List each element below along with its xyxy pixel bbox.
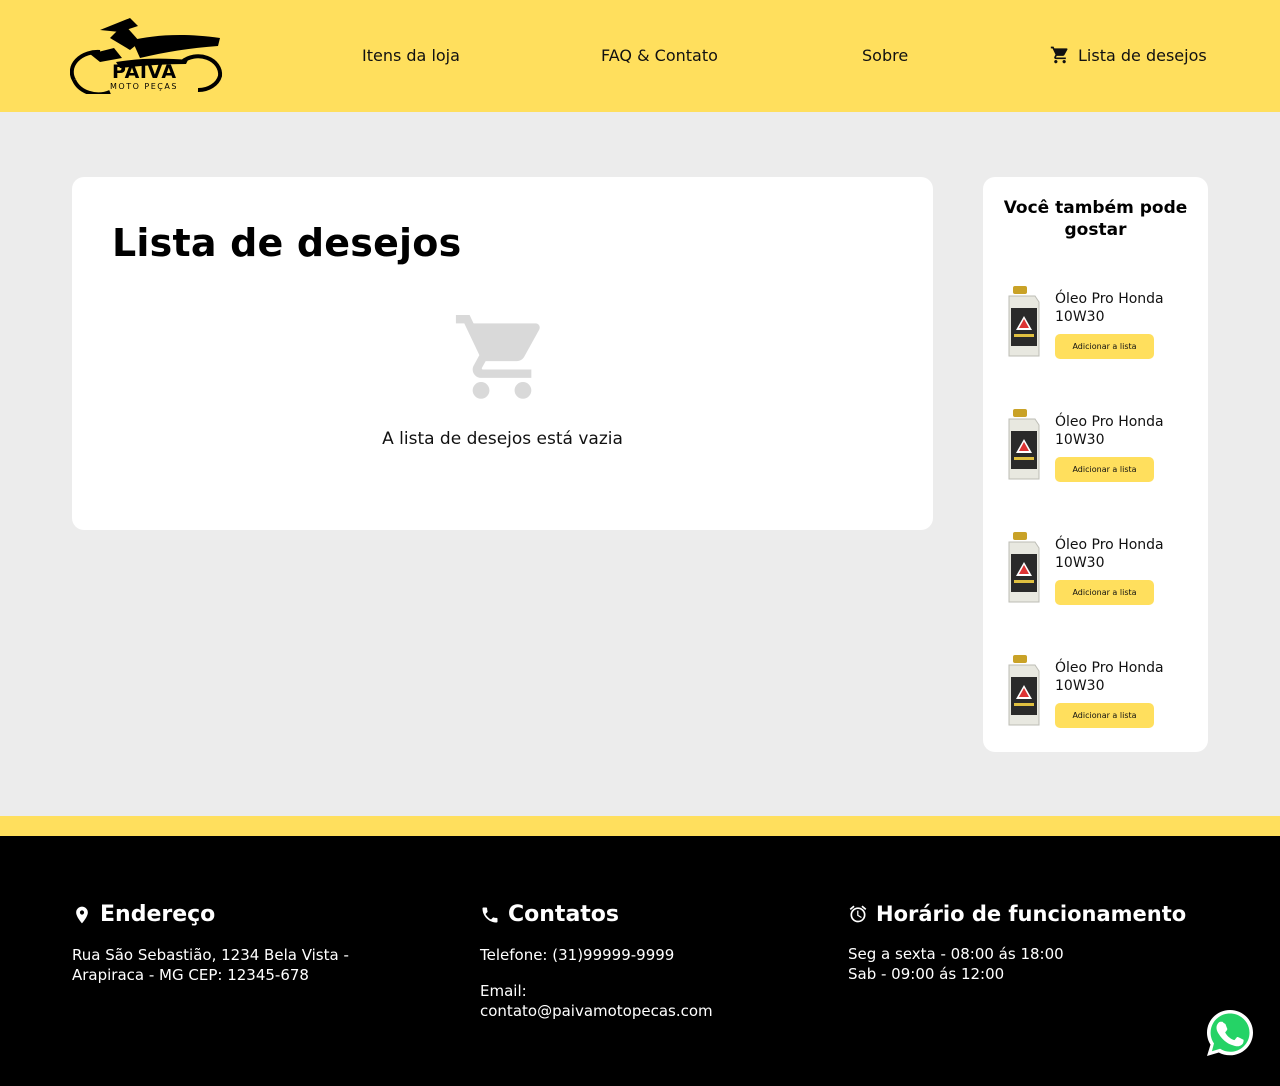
footer-email-label: Email: bbox=[480, 982, 527, 1000]
nav-lista-de-desejos-label: Lista de desejos bbox=[1078, 45, 1207, 65]
empty-cart-icon bbox=[454, 315, 550, 407]
footer-phone: Telefone: (31)99999-9999 bbox=[480, 946, 675, 964]
oil-bottle-image bbox=[1008, 286, 1040, 357]
add-to-list-button[interactable]: Adicionar a lista bbox=[1055, 580, 1154, 605]
wishlist-card: Lista de desejos A lista de desejos está… bbox=[72, 177, 933, 530]
phone-icon bbox=[482, 907, 498, 922]
footer-address: Endereço Rua São Sebastião, 1234 Bela Vi… bbox=[72, 902, 372, 985]
product-card: Óleo Pro Honda 10W30 Adicionar a lista bbox=[983, 526, 1208, 606]
product-name: Óleo Pro Honda 10W30 bbox=[1055, 660, 1164, 694]
footer-hours: Horário de funcionamento Seg a sexta - 0… bbox=[848, 902, 1228, 984]
footer-contacts: Contatos Telefone: (31)99999-9999 Email:… bbox=[480, 902, 760, 1021]
oil-bottle-image bbox=[1008, 532, 1040, 603]
logo-subtext: MOTO PEÇAS bbox=[110, 82, 178, 91]
footer-contacts-title: Contatos bbox=[508, 902, 620, 927]
logo[interactable]: PAIVA MOTO PEÇAS bbox=[70, 18, 224, 94]
product-name: Óleo Pro Honda 10W30 bbox=[1055, 414, 1164, 448]
empty-message: A lista de desejos está vazia bbox=[382, 429, 623, 449]
whatsapp-icon bbox=[1207, 1010, 1253, 1056]
footer-hours-weekdays: Seg a sexta - 08:00 ás 18:00 bbox=[848, 945, 1064, 963]
footer-stripe bbox=[0, 816, 1280, 836]
product-card: Óleo Pro Honda 10W30 Adicionar a lista bbox=[983, 280, 1208, 360]
add-to-list-button[interactable]: Adicionar a lista bbox=[1055, 703, 1154, 728]
add-to-list-button[interactable]: Adicionar a lista bbox=[1055, 457, 1154, 482]
nav-lista-de-desejos[interactable]: Lista de desejos bbox=[1050, 45, 1207, 65]
nav-itens-da-loja[interactable]: Itens da loja bbox=[362, 46, 460, 65]
footer-email[interactable]: contato@paivamotopecas.com bbox=[480, 1001, 760, 1021]
recommendations-title: Você também pode gostar bbox=[1003, 198, 1188, 240]
nav-faq-contato[interactable]: FAQ & Contato bbox=[601, 46, 718, 65]
oil-bottle-image bbox=[1008, 655, 1040, 726]
recommendations-card: Você também pode gostar Óleo Pro Honda 1… bbox=[983, 177, 1208, 752]
cart-icon bbox=[1050, 46, 1068, 64]
footer-hours-saturday: Sab - 09:00 ás 12:00 bbox=[848, 965, 1005, 983]
oil-bottle-image bbox=[1008, 409, 1040, 480]
site-footer: Endereço Rua São Sebastião, 1234 Bela Vi… bbox=[0, 836, 1280, 1086]
footer-hours-title: Horário de funcionamento bbox=[876, 902, 1187, 926]
site-header: PAIVA MOTO PEÇAS Itens da loja FAQ & Con… bbox=[0, 0, 1280, 112]
whatsapp-button[interactable] bbox=[1204, 1007, 1256, 1059]
product-name: Óleo Pro Honda 10W30 bbox=[1055, 291, 1164, 325]
add-to-list-button[interactable]: Adicionar a lista bbox=[1055, 334, 1154, 359]
product-card: Óleo Pro Honda 10W30 Adicionar a lista bbox=[983, 649, 1208, 729]
nav-sobre[interactable]: Sobre bbox=[862, 46, 908, 65]
product-card: Óleo Pro Honda 10W30 Adicionar a lista bbox=[983, 403, 1208, 483]
location-pin-icon bbox=[76, 906, 88, 923]
footer-address-title: Endereço bbox=[100, 902, 216, 927]
logo-text: PAIVA bbox=[112, 61, 177, 83]
product-name: Óleo Pro Honda 10W30 bbox=[1055, 537, 1164, 571]
alarm-clock-icon bbox=[849, 905, 867, 923]
page-title: Lista de desejos bbox=[112, 221, 462, 265]
footer-address-text: Rua São Sebastião, 1234 Bela Vista - Ara… bbox=[72, 946, 349, 984]
